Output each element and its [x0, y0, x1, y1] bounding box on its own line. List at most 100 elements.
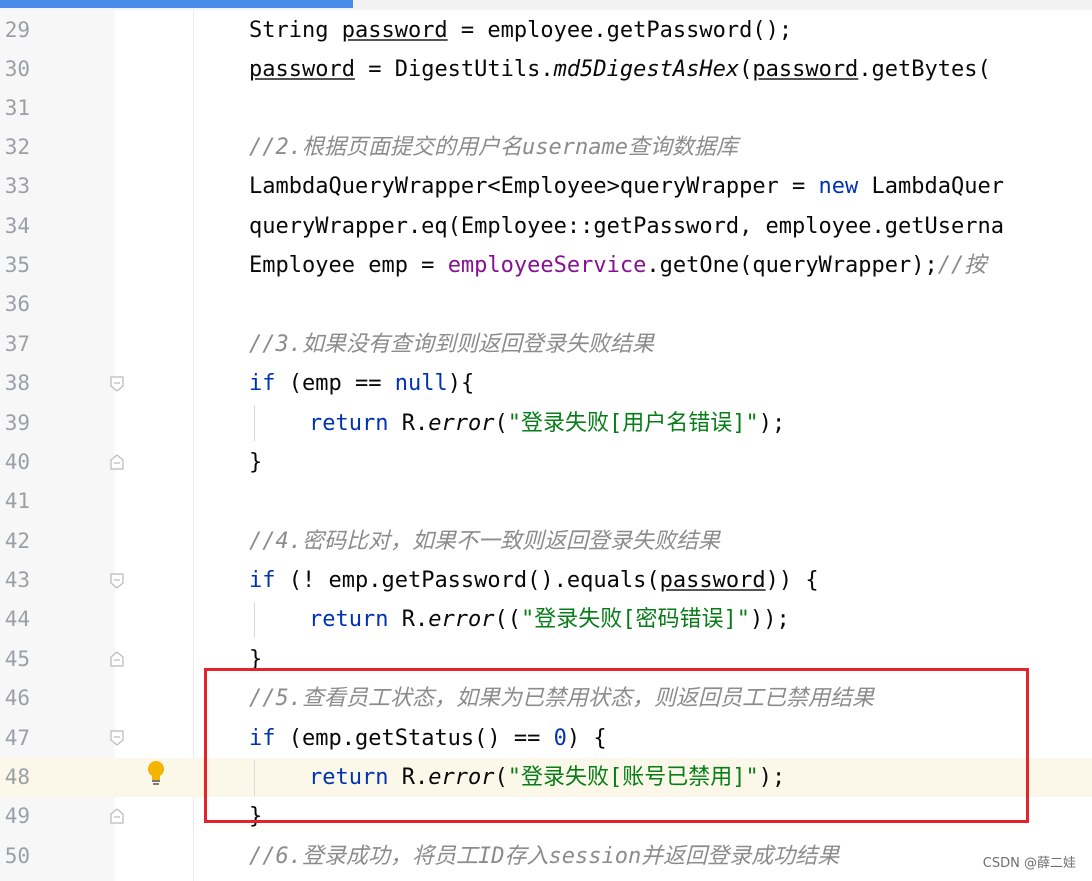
line-number: 31 [4, 96, 30, 120]
token-comment: //按 [937, 253, 987, 278]
token: (emp.getStatus() == [275, 726, 554, 751]
token-keyword: new [818, 174, 859, 199]
code-line: 32 //2.根据页面提交的用户名username查询数据库 [0, 128, 1092, 167]
token: .getOne(queryWrapper); [646, 253, 938, 278]
code-text[interactable]: } [249, 640, 262, 679]
token: )); [749, 607, 790, 632]
token-field: employeeService [447, 253, 647, 278]
code-text[interactable]: return R.error("登录失败[账号已禁用]"); [309, 758, 785, 797]
token: ) { [566, 726, 607, 751]
token: ( [494, 765, 508, 790]
code-line: 37 //3.如果没有查询到则返回登录失败结果 [0, 325, 1092, 364]
code-line: 35 Employee emp = employeeService.getOne… [0, 246, 1092, 285]
token: (! emp.getPassword().equals( [275, 568, 660, 593]
token-string: "登录失败[账号已禁用]" [507, 765, 759, 790]
code-line: 39 return R.error("登录失败[用户名错误]"); [0, 404, 1092, 443]
token-string: "登录失败[用户名错误]" [507, 411, 759, 436]
code-line: 36 [0, 285, 1092, 324]
line-number: 40 [4, 450, 30, 474]
line-number: 35 [4, 253, 30, 277]
fold-marker-icon[interactable] [110, 376, 124, 392]
code-comment[interactable]: //6.登录成功，将员工ID存入session并返回登录成功结果 [249, 837, 839, 876]
code-line: 43 if (! emp.getPassword().equals(passwo… [0, 561, 1092, 600]
code-line: 30 password = DigestUtils.md5DigestAsHex… [0, 50, 1092, 89]
code-line: 50 //6.登录成功，将员工ID存入session并返回登录成功结果 [0, 837, 1092, 876]
token: R. [388, 411, 429, 436]
line-number: 41 [4, 489, 30, 513]
code-text[interactable]: LambdaQueryWrapper<Employee>queryWrapper… [249, 167, 1004, 206]
line-number: 38 [4, 371, 30, 395]
code-line: 41 [0, 482, 1092, 521]
line-number: 44 [4, 607, 30, 631]
code-text[interactable]: if (emp.getStatus() == 0) { [249, 719, 607, 758]
token: .getBytes( [858, 57, 991, 82]
token-variable: password [659, 568, 766, 593]
token-keyword: if [249, 371, 276, 396]
token: ); [758, 411, 786, 436]
indent-guide [254, 602, 255, 638]
line-number: 48 [4, 765, 30, 789]
token: (( [494, 607, 521, 632]
code-line: 45 } [0, 640, 1092, 679]
code-text[interactable]: } [249, 443, 262, 482]
code-line: 33 LambdaQueryWrapper<Employee>queryWrap… [0, 167, 1092, 206]
code-text[interactable]: password = DigestUtils.md5DigestAsHex(pa… [249, 50, 991, 89]
code-line: 31 [0, 89, 1092, 128]
code-line: 38 if (emp == null){ [0, 364, 1092, 403]
line-number: 37 [4, 332, 30, 356]
code-line: 40 } [0, 443, 1092, 482]
fold-marker-icon[interactable] [110, 454, 124, 470]
token-method: error [428, 765, 495, 790]
code-text[interactable]: return R.error(("登录失败[密码错误]")); [309, 600, 790, 639]
token-variable: password [249, 57, 355, 82]
code-line: 47 if (emp.getStatus() == 0) { [0, 719, 1092, 758]
token: R. [388, 765, 429, 790]
code-text[interactable]: } [249, 797, 262, 836]
code-text[interactable]: return R.error("登录失败[用户名错误]"); [309, 404, 785, 443]
code-text[interactable]: Employee emp = employeeService.getOne(qu… [249, 246, 986, 285]
fold-marker-icon[interactable] [110, 573, 124, 589]
line-number: 49 [4, 804, 30, 828]
code-comment[interactable]: //5.查看员工状态，如果为已禁用状态，则返回员工已禁用结果 [249, 679, 874, 718]
code-line: 34 queryWrapper.eq(Employee::getPassword… [0, 207, 1092, 246]
token-method: md5DigestAsHex [553, 57, 740, 82]
token: = employee.getPassword(); [447, 18, 793, 43]
line-number: 43 [4, 568, 30, 592]
token-method: error [428, 411, 495, 436]
token: ( [739, 57, 753, 82]
code-line: 49 } [0, 797, 1092, 836]
code-text[interactable]: queryWrapper.eq(Employee::getPassword, e… [249, 207, 1004, 246]
fold-marker-icon[interactable] [110, 730, 124, 746]
code-comment[interactable]: //4.密码比对，如果不一致则返回登录失败结果 [249, 522, 720, 561]
fold-marker-icon[interactable] [110, 651, 124, 667]
line-number: 45 [4, 647, 30, 671]
lightbulb-icon[interactable] [145, 760, 167, 786]
line-number: 33 [4, 174, 30, 198]
code-text[interactable]: String password = employee.getPassword()… [249, 11, 792, 50]
line-number: 32 [4, 135, 30, 159]
token-keyword: if [249, 726, 276, 751]
code-line: 46 //5.查看员工状态，如果为已禁用状态，则返回员工已禁用结果 [0, 679, 1092, 718]
line-number: 30 [4, 57, 30, 81]
indent-guide [254, 760, 255, 796]
token: ( [494, 411, 508, 436]
fold-marker-icon[interactable] [110, 808, 124, 824]
token-keyword: null [394, 371, 448, 396]
token-string: "登录失败[密码错误]" [520, 607, 750, 632]
token: LambdaQueryWrapper<Employee>queryWrapper… [249, 174, 819, 199]
token-keyword: return [309, 411, 389, 436]
watermark: CSDN @薛二娃 [982, 856, 1076, 871]
code-comment[interactable]: //3.如果没有查询到则返回登录失败结果 [249, 325, 654, 364]
token: LambdaQuer [858, 174, 1004, 199]
token: = DigestUtils. [354, 57, 554, 82]
token-number: 0 [553, 726, 567, 751]
code-text[interactable]: if (emp == null){ [249, 364, 474, 403]
token-method: error [428, 607, 495, 632]
token-keyword: if [249, 568, 276, 593]
active-tab-indicator[interactable] [0, 0, 353, 8]
token-variable: password [341, 18, 448, 43]
code-line: 44 return R.error(("登录失败[密码错误]")); [0, 600, 1092, 639]
code-comment[interactable]: //2.根据页面提交的用户名username查询数据库 [249, 128, 738, 167]
token-variable: password [752, 57, 859, 82]
code-text[interactable]: if (! emp.getPassword().equals(password)… [249, 561, 819, 600]
